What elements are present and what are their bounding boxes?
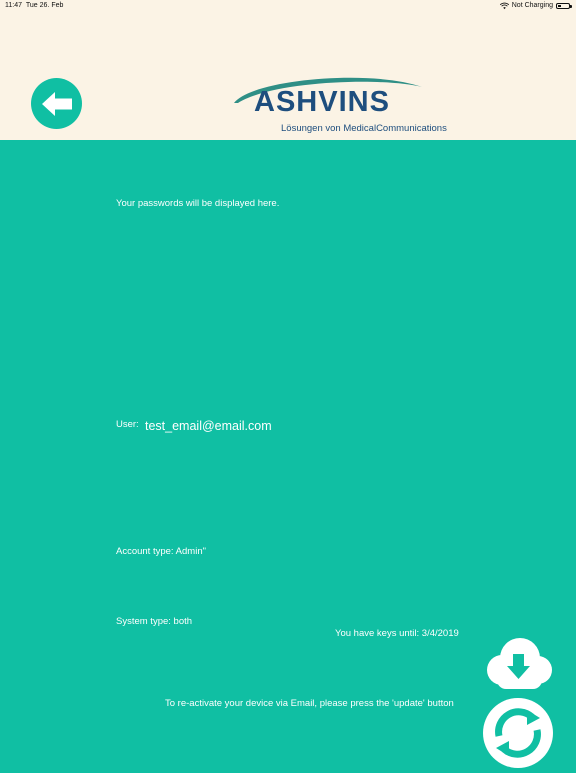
status-bar: 11:47 Tue 26. Feb Not Charging bbox=[0, 0, 576, 12]
system-type: System type: both bbox=[116, 616, 193, 627]
refresh-icon bbox=[483, 698, 553, 768]
reactivate-info: To re-activate your device via Email, pl… bbox=[165, 698, 454, 709]
app-header: 11:47 Tue 26. Feb Not Charging ASHVINS L… bbox=[0, 0, 576, 140]
ashvins-logo: ASHVINS Lösungen von MedicalCommunicatio… bbox=[232, 73, 462, 139]
download-button[interactable] bbox=[482, 636, 554, 691]
back-button[interactable] bbox=[31, 78, 82, 129]
battery-icon bbox=[556, 3, 572, 9]
passwords-info: Your passwords will be displayed here. bbox=[116, 198, 280, 209]
account-type: Account type: Admin" bbox=[116, 546, 206, 557]
user-label: User: bbox=[116, 419, 139, 430]
status-right: Not Charging bbox=[499, 0, 572, 12]
logo-word: ASHVINS bbox=[254, 86, 390, 118]
update-button[interactable] bbox=[483, 698, 553, 768]
keys-until: You have keys until: 3/4/2019 bbox=[335, 628, 459, 639]
wifi-icon bbox=[499, 2, 509, 10]
charging-status: Not Charging bbox=[511, 2, 553, 9]
arrow-left-icon bbox=[41, 91, 72, 116]
user-value: test_email@email.com bbox=[145, 419, 272, 433]
cloud-download-icon bbox=[487, 638, 552, 689]
logo-tagline: Lösungen von MedicalCommunications bbox=[281, 123, 447, 134]
status-time: 11:47 Tue 26. Feb bbox=[5, 2, 64, 9]
